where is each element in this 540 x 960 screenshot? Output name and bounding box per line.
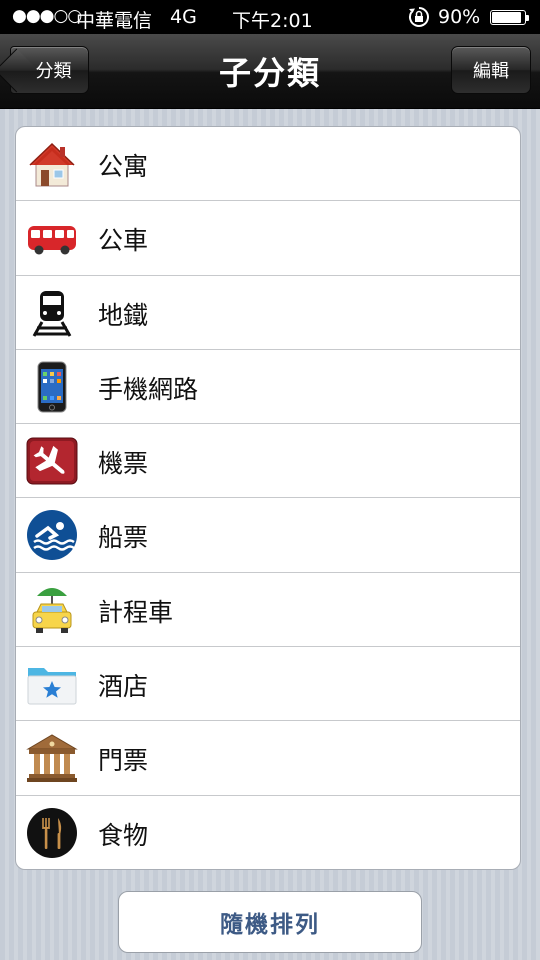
list-item[interactable]: 船票 [16,498,520,573]
list-item[interactable]: 門票 [16,721,520,796]
folder-star-icon [26,659,78,709]
subcategory-list: 公寓 公車 地鐵 手機網路 機票 船票 計程車 酒店 門票 食物 [15,126,521,870]
list-item-label: 計程車 [98,597,174,627]
list-item-label: 食物 [98,820,149,850]
museum-icon [26,733,78,783]
list-item-label: 機票 [98,449,149,479]
list-item[interactable]: 地鐵 [16,276,520,350]
list-item[interactable]: 公寓 [16,127,520,202]
status-bar: ●●●○○ 中華電信 4G 下午2:01 90% [0,0,540,34]
metro-train-icon [26,288,78,338]
rotation-lock-icon [408,6,430,28]
taxi-icon [26,585,78,635]
network-type: 4G [170,6,197,28]
list-item[interactable]: 公車 [16,201,520,276]
carrier-name: 中華電信 [76,10,153,32]
fork-knife-icon [26,807,78,858]
list-item-label: 公車 [98,226,149,256]
list-item-label: 公寓 [98,152,149,181]
navigation-bar: 分類 子分類 編輯 [0,34,540,109]
edit-button[interactable]: 編輯 [451,46,531,94]
smartphone-icon [26,361,78,413]
list-item-label: 地鐵 [98,300,149,330]
list-item[interactable]: 食物 [16,796,520,869]
house-icon [26,139,78,189]
list-item[interactable]: 手機網路 [16,350,520,425]
list-item-label: 門票 [98,746,149,776]
shuffle-button[interactable]: 隨機排列 [118,891,422,953]
list-item[interactable]: 機票 [16,424,520,499]
signal-strength: ●●●○○ [12,6,82,26]
list-item[interactable]: 計程車 [16,573,520,648]
list-item-label: 手機網路 [98,374,199,404]
bus-icon [26,213,78,263]
airplane-icon [26,436,78,486]
battery-icon [490,10,529,25]
list-item-label: 船票 [98,523,149,553]
battery-level [492,12,521,23]
swimmer-waves-icon [26,510,78,561]
back-button[interactable]: 分類 [10,46,89,94]
list-item-label: 酒店 [98,672,149,702]
status-time: 下午2:01 [232,10,313,32]
list-item[interactable]: 酒店 [16,647,520,722]
battery-percent: 90% [438,6,481,28]
